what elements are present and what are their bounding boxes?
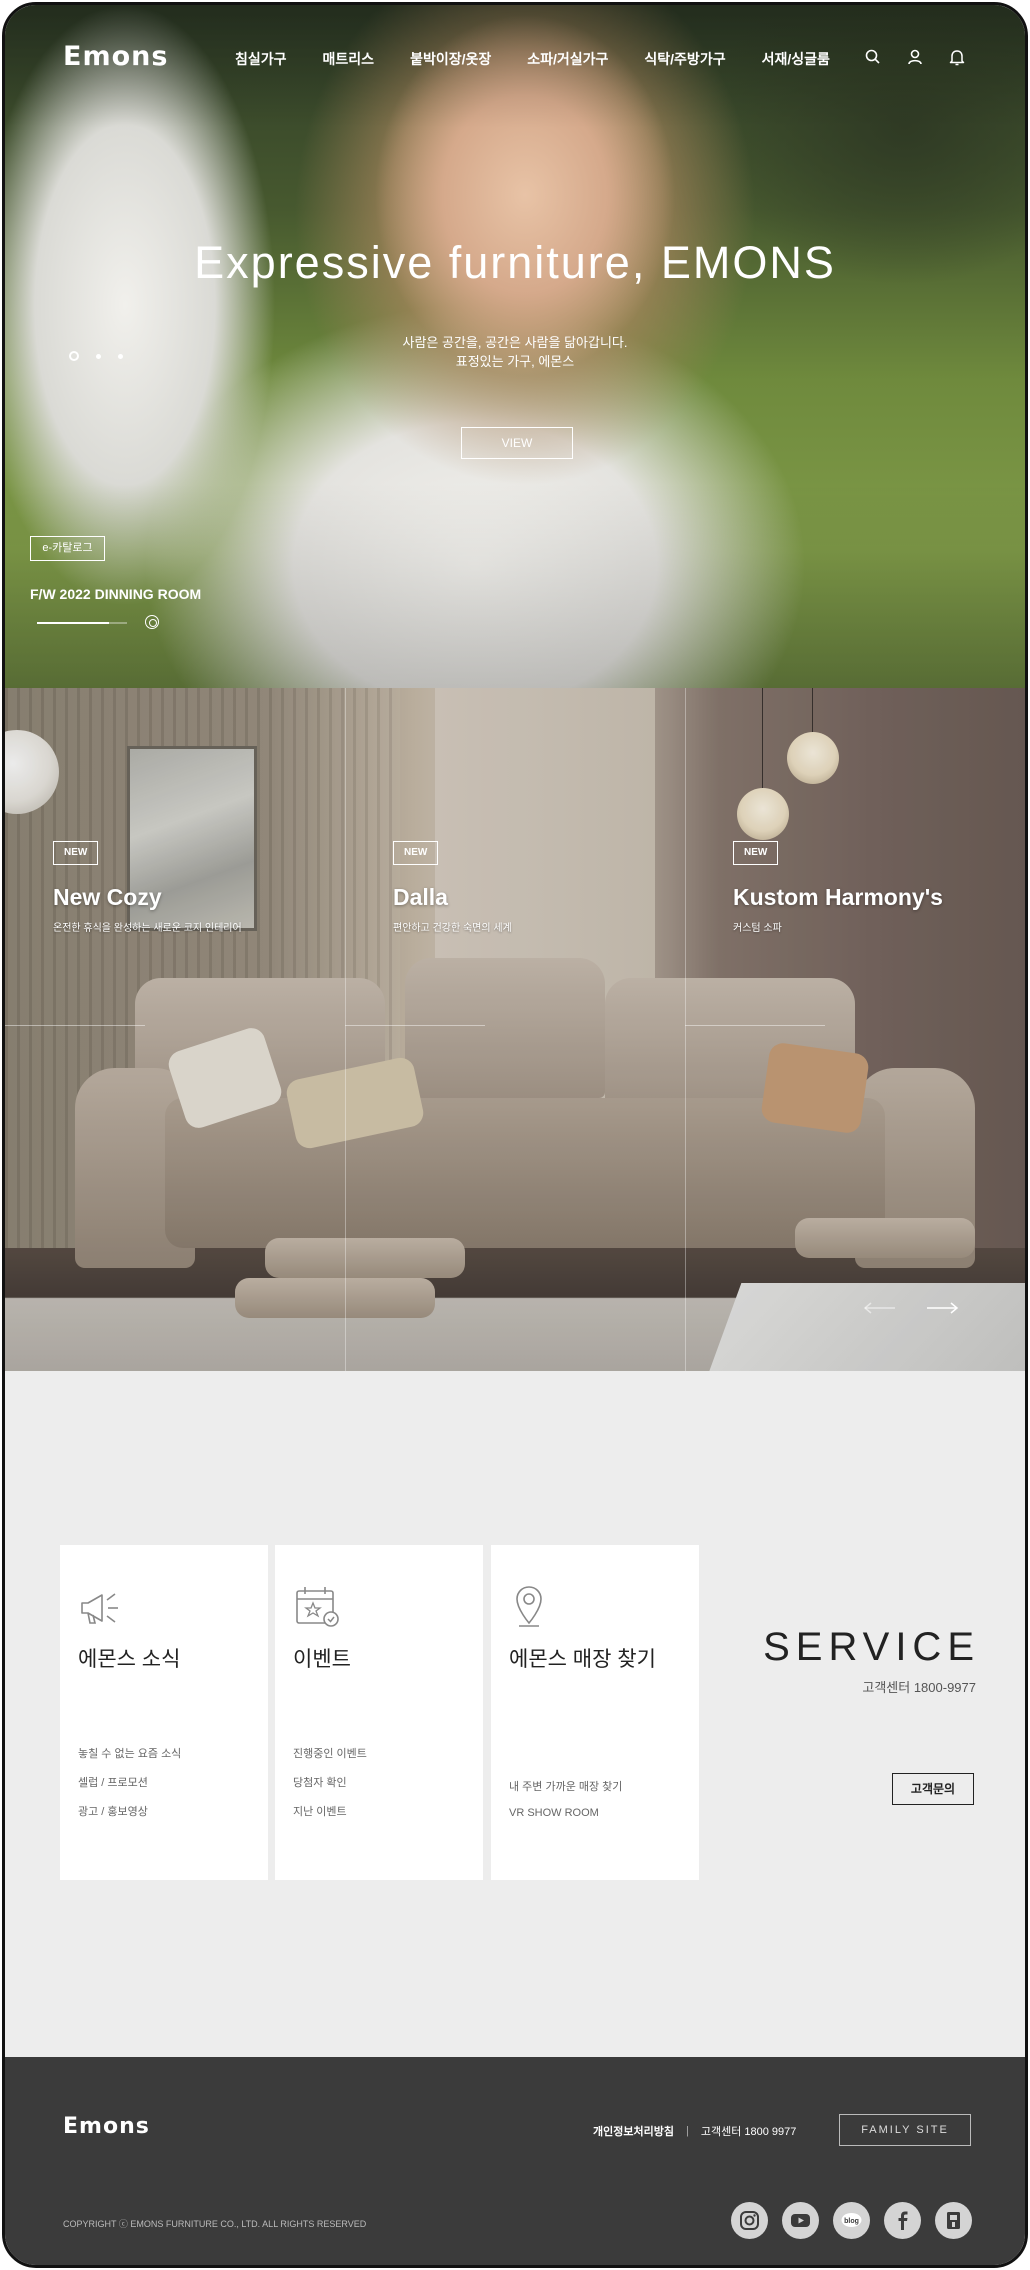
service-title: SERVICE (763, 1625, 980, 1669)
nav-icons (863, 47, 967, 67)
instagram-icon[interactable] (731, 2202, 768, 2239)
footer-logo[interactable]: Emons (63, 2114, 150, 2139)
e-catalog-button[interactable]: e-카탈로그 (30, 536, 105, 561)
product-name: Kustom Harmony's (733, 884, 943, 910)
service-card-store-finder[interactable]: 에몬스 매장 찾기 내 주변 가까운 매장 찾기 VR SHOW ROOM (491, 1545, 699, 1880)
page-frame: Emons 침실가구 매트리스 붙박이장/옷장 소파/거실가구 식탁/주방가구 … (2, 2, 1028, 2268)
product-name: Dalla (393, 884, 448, 910)
slide-progress-fill (37, 622, 109, 624)
slide-dot[interactable] (118, 353, 123, 359)
product-card-new-cozy[interactable]: NEW New Cozy 온전한 휴식을 완성하는 새로운 코지 인테리어 (53, 841, 242, 934)
card-link-list: 놓칠 수 없는 요즘 소식 셀럽 / 프로모션 광고 / 홍보영상 (78, 1745, 181, 1832)
bell-icon[interactable] (947, 47, 967, 67)
user-icon[interactable] (905, 47, 925, 67)
privacy-policy-link[interactable]: 개인정보처리방침 (593, 2123, 674, 2139)
menu-item-bedroom[interactable]: 침실가구 (235, 49, 287, 69)
arrow-right-icon[interactable] (925, 1300, 959, 1316)
main-menu: 침실가구 매트리스 붙박이장/옷장 소파/거실가구 식탁/주방가구 서재/싱글룸 (235, 49, 866, 69)
menu-item-dining[interactable]: 식탁/주방가구 (644, 49, 725, 69)
footer-separator: | (685, 2125, 689, 2137)
product-description: 커스텀 소파 (733, 923, 782, 934)
slide-dot[interactable] (96, 353, 101, 359)
new-badge: NEW (733, 841, 779, 865)
column-divider (345, 688, 346, 1371)
card-title: 에몬스 소식 (78, 1648, 181, 1671)
service-card-event[interactable]: 이벤트 진행중인 이벤트 당첨자 확인 지난 이벤트 (275, 1545, 483, 1880)
product-description: 편안하고 건강한 숙면의 세계 (393, 923, 512, 934)
hero-view-button[interactable]: VIEW (461, 427, 573, 459)
menu-item-wardrobe[interactable]: 붙박이장/옷장 (410, 49, 491, 69)
hero-section: Emons 침실가구 매트리스 붙박이장/옷장 소파/거실가구 식탁/주방가구 … (5, 5, 1025, 688)
product-card-kustom-harmonys[interactable]: NEW Kustom Harmony's 커스텀 소파 (733, 841, 943, 934)
card-link[interactable]: 진행중인 이벤트 (293, 1745, 367, 1774)
hero-caption: F/W 2022 DINNING ROOM (30, 586, 202, 602)
blog-icon[interactable]: blog (833, 2202, 870, 2239)
arrow-left-icon[interactable] (863, 1300, 897, 1316)
column-rule (685, 1025, 825, 1026)
hero-subtitle: 사람은 공간을, 공간은 사람을 닮아갑니다. 표정있는 가구, 에몬스 (5, 333, 1025, 371)
footer: Emons 개인정보처리방침 | 고객센터 1800 9977 FAMILY S… (5, 2057, 1025, 2265)
hero-subtitle-line-1: 사람은 공간을, 공간은 사람을 닮아갑니다. (402, 335, 628, 350)
hero-title: Expressive furniture, EMONS (194, 237, 836, 288)
card-link[interactable]: VR SHOW ROOM (509, 1807, 622, 1836)
family-site-select[interactable]: FAMILY SITE (839, 2114, 971, 2146)
product-overlay (5, 688, 1025, 1371)
card-title: 이벤트 (293, 1648, 351, 1671)
top-nav: Emons 침실가구 매트리스 붙박이장/옷장 소파/거실가구 식탁/주방가구 … (5, 5, 1025, 105)
service-phone: 고객센터 1800-9977 (862, 1680, 976, 1695)
customer-inquiry-button[interactable]: 고객문의 (892, 1773, 974, 1805)
product-showcase: NEW New Cozy 온전한 휴식을 완성하는 새로운 코지 인테리어 NE… (5, 688, 1025, 1371)
search-icon[interactable] (863, 47, 883, 67)
menu-item-mattress[interactable]: 매트리스 (323, 49, 375, 69)
hero-subtitle-line-2: 표정있는 가구, 에몬스 (455, 354, 575, 369)
new-badge: NEW (53, 841, 99, 865)
column-divider (685, 688, 686, 1371)
logo[interactable]: Emons (63, 41, 168, 72)
card-link-list: 내 주변 가까운 매장 찾기 VR SHOW ROOM (509, 1778, 622, 1836)
card-link[interactable]: 놓칠 수 없는 요즘 소식 (78, 1745, 181, 1774)
youtube-icon[interactable] (782, 2202, 819, 2239)
menu-item-sofa[interactable]: 소파/거실가구 (527, 49, 608, 69)
social-links: blog (731, 2202, 972, 2239)
card-link[interactable]: 셀럽 / 프로모션 (78, 1774, 181, 1803)
card-link[interactable]: 지난 이벤트 (293, 1803, 367, 1832)
footer-phone: 고객센터 1800 9977 (700, 2126, 797, 2138)
store-icon[interactable] (935, 2202, 972, 2239)
card-link-list: 진행중인 이벤트 당첨자 확인 지난 이벤트 (293, 1745, 367, 1832)
product-card-dalla[interactable]: NEW Dalla 편안하고 건강한 숙면의 세계 (393, 841, 512, 934)
pause-icon[interactable] (145, 615, 159, 629)
column-rule (5, 1025, 145, 1026)
new-badge: NEW (393, 841, 439, 865)
blog-label: blog (844, 2218, 859, 2225)
calendar-icon (293, 1583, 341, 1629)
copyright: COPYRIGHT ⓒ EMONS FURNITURE CO., LTD. AL… (63, 2219, 367, 2229)
slide-progress-bar (37, 622, 127, 624)
service-section: 에몬스 소식 놓칠 수 없는 요즘 소식 셀럽 / 프로모션 광고 / 홍보영상… (5, 1371, 1025, 2057)
facebook-icon[interactable] (884, 2202, 921, 2239)
card-link[interactable]: 내 주변 가까운 매장 찾기 (509, 1778, 622, 1807)
megaphone-icon (78, 1583, 126, 1629)
slide-dot-active[interactable] (69, 351, 79, 361)
card-link[interactable]: 광고 / 홍보영상 (78, 1803, 181, 1832)
slider-arrows (863, 1300, 959, 1316)
card-title: 에몬스 매장 찾기 (509, 1648, 656, 1671)
service-card-news[interactable]: 에몬스 소식 놓칠 수 없는 요즘 소식 셀럽 / 프로모션 광고 / 홍보영상 (60, 1545, 268, 1880)
slide-dots (69, 351, 123, 361)
footer-links: 개인정보처리방침 | 고객센터 1800 9977 (593, 2123, 796, 2139)
product-name: New Cozy (53, 884, 162, 910)
location-pin-icon (509, 1583, 557, 1629)
card-link[interactable]: 당첨자 확인 (293, 1774, 367, 1803)
product-description: 온전한 휴식을 완성하는 새로운 코지 인테리어 (53, 923, 242, 934)
menu-item-study[interactable]: 서재/싱글룸 (762, 49, 830, 69)
column-rule (345, 1025, 485, 1026)
